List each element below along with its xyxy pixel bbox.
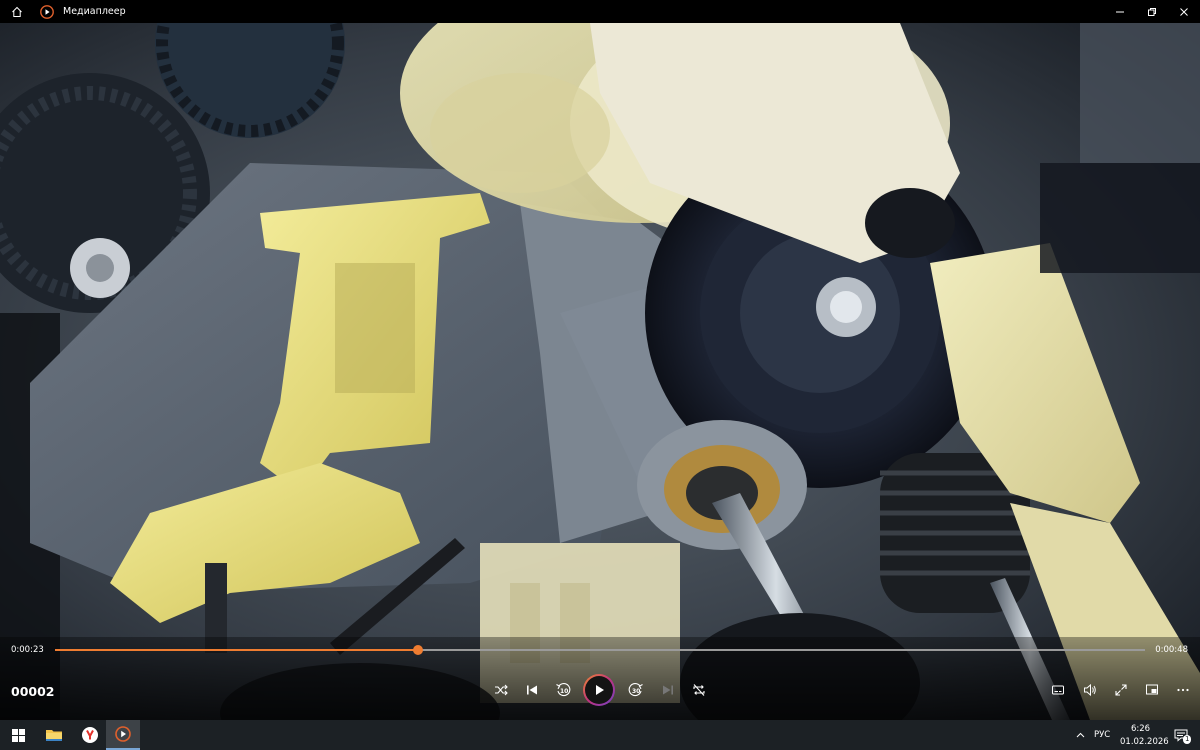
play-button[interactable] (583, 674, 615, 706)
window-title: Медиаплеер (63, 6, 126, 17)
chevron-up-icon (1076, 732, 1084, 738)
previous-icon (527, 685, 537, 695)
start-icon (11, 728, 25, 742)
previous-button[interactable] (521, 679, 543, 701)
mini-player-button[interactable] (1141, 679, 1163, 701)
video-content-image (0, 23, 1200, 720)
seek-bar-progress (55, 649, 418, 651)
input-language[interactable]: РУС (1094, 730, 1110, 740)
media-title: 00002 (11, 684, 55, 699)
notification-center-button[interactable]: 1 (1168, 720, 1194, 750)
close-button[interactable] (1168, 0, 1200, 23)
more-options-icon (1177, 688, 1189, 692)
seek-bar[interactable] (55, 645, 1145, 655)
home-icon (12, 6, 22, 17)
volume-button[interactable] (1079, 679, 1101, 701)
taskbar-media-player[interactable] (106, 720, 140, 750)
media-player-app-icon (40, 4, 54, 19)
shuffle-icon (495, 684, 508, 696)
media-player-icon (115, 726, 131, 742)
start-button[interactable] (0, 720, 36, 750)
minimize-button[interactable] (1104, 0, 1136, 23)
title-bar: Медиаплеер (0, 0, 1200, 23)
clock-date[interactable]: 01.02.2026 (1120, 737, 1169, 747)
yandex-browser-icon (82, 727, 98, 743)
seek-bar-thumb[interactable] (412, 645, 423, 655)
current-time: 0:00:23 (11, 645, 44, 655)
skip-forward-button[interactable]: 30 (625, 679, 647, 701)
fullscreen-button[interactable] (1110, 679, 1132, 701)
home-button[interactable] (0, 0, 34, 23)
tray-overflow-button[interactable] (1072, 720, 1088, 750)
restore-icon (1148, 7, 1156, 16)
video-frame[interactable] (0, 23, 1200, 720)
file-explorer-icon (46, 730, 62, 741)
minimize-icon (1116, 11, 1124, 12)
clock-time[interactable]: 6:26 (1131, 724, 1150, 734)
fullscreen-icon (1115, 684, 1127, 696)
mini-player-icon (1146, 684, 1158, 695)
next-icon (663, 685, 673, 695)
playback-controls: 0:00:23 0:00:48 00002 10 30 (0, 637, 1200, 720)
subtitles-button[interactable] (1047, 679, 1069, 701)
total-duration: 0:00:48 (1155, 645, 1188, 655)
more-options-button[interactable] (1172, 679, 1194, 701)
shuffle-button[interactable] (490, 679, 512, 701)
skip-back-seconds: 10 (560, 688, 569, 695)
taskbar: РУС 6:26 01.02.2026 1 (0, 720, 1200, 750)
taskbar-yandex-browser[interactable] (72, 720, 108, 750)
repeat-off-icon (693, 684, 705, 696)
taskbar-file-explorer[interactable] (36, 720, 72, 750)
repeat-button[interactable] (688, 679, 710, 701)
next-button[interactable] (657, 679, 679, 701)
close-icon (1180, 7, 1188, 16)
volume-icon (1084, 683, 1096, 697)
skip-forward-seconds: 30 (632, 688, 641, 695)
play-icon (596, 685, 604, 695)
subtitles-icon (1052, 685, 1064, 695)
notification-count-badge: 1 (1183, 735, 1192, 744)
restore-button[interactable] (1136, 0, 1168, 23)
skip-back-button[interactable]: 10 (552, 679, 574, 701)
